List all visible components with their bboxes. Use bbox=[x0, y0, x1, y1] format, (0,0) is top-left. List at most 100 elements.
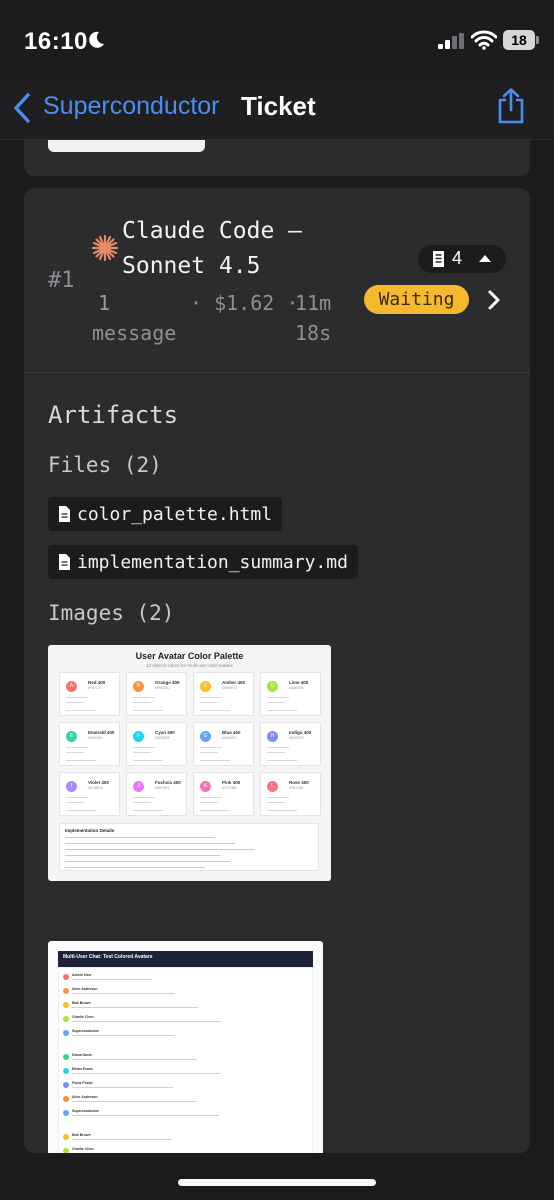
message-text-line bbox=[72, 979, 152, 981]
swatch-hex: #A78BFA bbox=[88, 786, 103, 790]
color-swatch: E Emerald 400 #34D399 bbox=[59, 722, 120, 766]
message-text-line bbox=[72, 1115, 219, 1117]
message-author: Diana Davis bbox=[72, 1053, 92, 1057]
swatch-hex: #A3E635 bbox=[289, 686, 304, 690]
message-author: Fiona Foster bbox=[72, 1081, 94, 1085]
message-text-line bbox=[72, 993, 175, 995]
notes-line bbox=[65, 849, 255, 851]
file-chip[interactable]: implementation_summary.md bbox=[48, 545, 358, 579]
swatch-detail-line bbox=[133, 810, 163, 811]
swatch-detail-line bbox=[133, 760, 163, 761]
battery-level: 18 bbox=[511, 32, 527, 48]
swatch-detail-line bbox=[66, 797, 88, 798]
color-swatch: L Rose 400 #FB7185 bbox=[260, 772, 321, 816]
swatch-detail-line bbox=[267, 760, 297, 761]
color-swatch: D Lime 400 #A3E635 bbox=[260, 672, 321, 716]
swatch-detail-line bbox=[200, 697, 222, 698]
avatar-dot bbox=[63, 1096, 69, 1102]
chevron-right-icon[interactable] bbox=[486, 289, 502, 311]
swatch-detail-line bbox=[267, 697, 289, 698]
swatch-detail-line bbox=[66, 802, 84, 803]
task-title: Claude Code — Sonnet 4.5 bbox=[122, 214, 352, 284]
swatch-name: Cyan 400 bbox=[155, 730, 175, 735]
images-heading: Images (2) bbox=[48, 601, 175, 625]
color-swatch: H Indigo 400 #818CF8 bbox=[260, 722, 321, 766]
swatch-detail-line bbox=[133, 710, 163, 711]
back-button[interactable]: Superconductor bbox=[43, 92, 220, 121]
message-text-line bbox=[72, 1035, 174, 1037]
avatar-dot bbox=[63, 1054, 69, 1060]
swatch-detail-line bbox=[200, 710, 230, 711]
avatar-dot: D bbox=[267, 681, 278, 692]
color-swatch: B Orange 400 #FB923C bbox=[126, 672, 187, 716]
swatch-detail-line bbox=[200, 810, 230, 811]
swatch-detail-line bbox=[200, 747, 222, 748]
swatch-detail-line bbox=[133, 702, 151, 703]
swatch-name: Pink 400 bbox=[222, 780, 241, 785]
artifacts-heading: Artifacts bbox=[48, 401, 179, 429]
swatch-grid: A Red 400 #F87171 B Orange 400 #FB923C C Amber … bbox=[59, 672, 321, 816]
implementation-notes: Implementation Details bbox=[59, 823, 319, 871]
swatch-detail-line bbox=[66, 752, 84, 753]
swatch-hex: #818CF8 bbox=[289, 736, 304, 740]
notes-line bbox=[65, 855, 220, 857]
swatch-hex: #60A5FA bbox=[222, 736, 237, 740]
swatch-hex: #FB7185 bbox=[289, 786, 304, 790]
image-thumbnail-color-palette[interactable]: User Avatar Color Palette 12 distinct co… bbox=[48, 645, 331, 881]
color-swatch: G Blue 400 #60A5FA bbox=[193, 722, 254, 766]
avatar-dot bbox=[63, 974, 69, 980]
swatch-detail-line bbox=[200, 702, 218, 703]
avatar-dot bbox=[63, 1030, 69, 1036]
message-author: Alice Anderson bbox=[72, 1095, 98, 1099]
message-count: 1 bbox=[97, 291, 111, 315]
color-swatch: C Amber 400 #FBBF24 bbox=[193, 672, 254, 716]
swatch-detail-line bbox=[66, 810, 96, 811]
task-card: #1 Claude Code — Sonnet 4.5 1 message · … bbox=[24, 188, 530, 1153]
scroll-content[interactable]: #1 Claude Code — Sonnet 4.5 1 message · … bbox=[0, 140, 554, 1200]
swatch-detail-line bbox=[133, 802, 151, 803]
avatar-dot: H bbox=[267, 731, 278, 742]
message-text-line bbox=[72, 1073, 220, 1075]
swatch-name: Red 400 bbox=[88, 680, 106, 685]
status-bar: 16:10 18 bbox=[0, 0, 554, 80]
files-heading: Files (2) bbox=[48, 453, 162, 477]
swatch-detail-line bbox=[267, 797, 289, 798]
message-author: Ethan Evans bbox=[72, 1067, 94, 1071]
notes-line bbox=[65, 861, 230, 863]
document-icon bbox=[433, 251, 444, 267]
color-swatch: F Cyan 400 #22D3EE bbox=[126, 722, 187, 766]
swatch-hex: #E879F9 bbox=[155, 786, 170, 790]
avatar-dot: C bbox=[200, 681, 211, 692]
avatar-dot bbox=[63, 1148, 69, 1153]
swatch-detail-line bbox=[267, 702, 285, 703]
claude-spark-icon bbox=[91, 234, 119, 262]
avatar-dot: A bbox=[66, 681, 77, 692]
notes-title: Implementation Details bbox=[65, 828, 115, 833]
color-swatch: J Fuchsia 400 #E879F9 bbox=[126, 772, 187, 816]
task-row[interactable]: #1 Claude Code — Sonnet 4.5 1 message · … bbox=[24, 188, 530, 372]
color-swatch: A Red 400 #F87171 bbox=[59, 672, 120, 716]
message-label: message bbox=[92, 321, 177, 345]
message-author: Alice Anderson bbox=[72, 987, 98, 991]
task-title-line-2: Sonnet 4.5 bbox=[122, 253, 261, 279]
avatar-dot bbox=[63, 1134, 69, 1140]
status-badge: Waiting bbox=[364, 285, 469, 314]
avatar-dot bbox=[63, 1016, 69, 1022]
file-chip[interactable]: color_palette.html bbox=[48, 497, 283, 531]
share-icon[interactable] bbox=[496, 88, 526, 124]
navigation-bar: Superconductor Ticket bbox=[0, 80, 554, 140]
swatch-detail-line bbox=[133, 797, 155, 798]
previous-card-image bbox=[48, 140, 205, 152]
swatch-detail-line bbox=[200, 802, 218, 803]
avatar-dot: J bbox=[133, 781, 144, 792]
message-text-line bbox=[72, 1021, 221, 1023]
status-time: 16:10 bbox=[24, 28, 88, 55]
image-thumbnail-chat-test[interactable]: Multi-User Chat: Test Colored Avatars Ad… bbox=[48, 941, 323, 1153]
back-chevron-icon[interactable] bbox=[10, 92, 34, 124]
thumbnail-header: Multi-User Chat: Test Colored Avatars bbox=[58, 951, 313, 967]
documents-toggle[interactable]: 4 bbox=[418, 245, 506, 273]
home-indicator bbox=[178, 1179, 376, 1186]
avatar-dot: G bbox=[200, 731, 211, 742]
swatch-detail-line bbox=[267, 752, 285, 753]
thumbnail-subtitle: 12 distinct colors for multi-user chat a… bbox=[146, 663, 233, 668]
